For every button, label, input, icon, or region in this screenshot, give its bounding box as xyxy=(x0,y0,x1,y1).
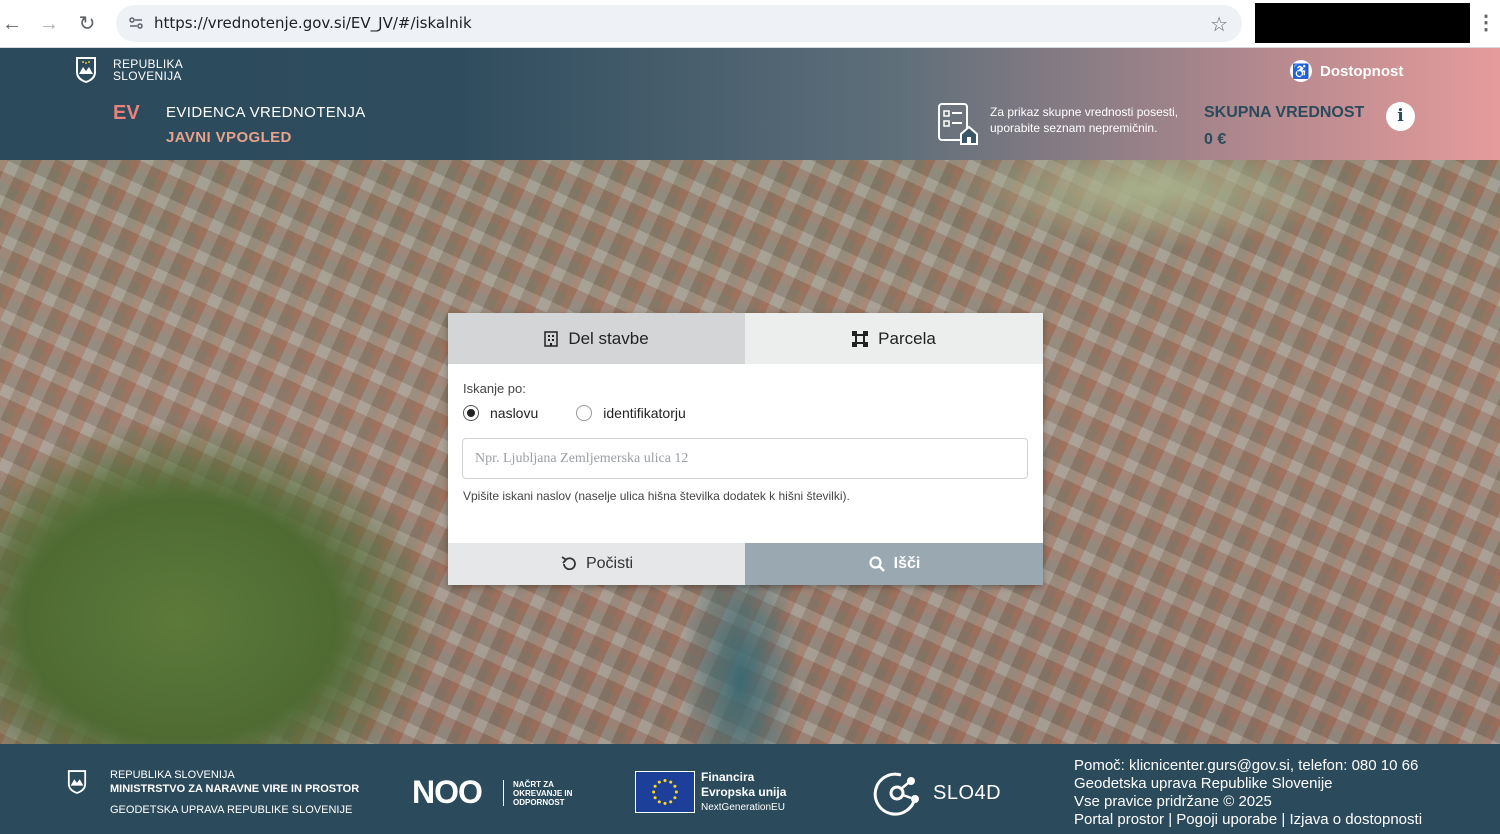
footer-links: Portal prostor | Pogoji uporabe | Izjava… xyxy=(1074,811,1423,828)
building-icon xyxy=(544,330,559,347)
browser-toolbar: ← → ↻ https://vrednotenje.gov.si/EV_JV/#… xyxy=(0,0,1500,48)
info-icon[interactable]: i xyxy=(1386,102,1415,131)
noo-text: NAČRT ZA OKREVANJE IN ODPORNOST xyxy=(513,780,573,807)
site-footer: REPUBLIKA SLOVENIJA MINISTRSTVO ZA NARAV… xyxy=(0,744,1500,834)
footer-contact: Pomoč: klicnicenter.gurs@gov.si, telefon… xyxy=(1074,757,1422,829)
accessibility-link[interactable]: ♿ Dostopnost xyxy=(1290,60,1403,82)
tab-parcel-label: Parcela xyxy=(878,328,936,348)
total-value-amount: 0 € xyxy=(1204,131,1227,148)
browser-menu-icon[interactable]: ⋮ xyxy=(1476,10,1496,35)
accessibility-statement-link[interactable]: Izjava o dostopnosti xyxy=(1289,811,1422,828)
footer-copyright: Vse pravice pridržane © 2025 xyxy=(1074,793,1272,810)
site-info-icon[interactable] xyxy=(128,15,144,31)
total-value-label: SKUPNA VREDNOST xyxy=(1204,104,1365,121)
profile-area[interactable] xyxy=(1255,3,1470,43)
clear-button-label: Počisti xyxy=(585,555,634,572)
radio-address[interactable] xyxy=(463,405,479,421)
footer-crest-icon xyxy=(67,770,87,794)
app-title: EVIDENCA VREDNOTENJA xyxy=(166,104,366,121)
eu-funded-label: Financira xyxy=(701,770,755,784)
undo-icon xyxy=(561,556,576,571)
slovenia-crest-icon xyxy=(76,57,96,83)
eu-flag-icon xyxy=(635,771,695,813)
back-icon[interactable]: ← xyxy=(0,12,24,36)
ev-logo: EV xyxy=(113,102,140,124)
search-mode-group: naslovu identifikatorju xyxy=(463,405,686,421)
slo4d-label: SLO4D xyxy=(933,782,1002,804)
eu-union-label: Evropska unija xyxy=(701,785,787,799)
forward-icon[interactable]: → xyxy=(37,12,61,36)
republic-line2: SLOVENIJA xyxy=(113,69,182,83)
radio-identifier[interactable] xyxy=(576,405,593,421)
address-search-input[interactable]: Npr. Ljubljana Zemljemerska ulica 12 xyxy=(462,438,1028,479)
total-value-hint: Za prikaz skupne vrednosti posesti, upor… xyxy=(990,105,1179,135)
help-contact: Pomoč: klicnicenter.gurs@gov.si, telefon… xyxy=(1074,757,1419,774)
terms-link[interactable]: Pogoji uporabe xyxy=(1176,811,1277,828)
app-subtitle: JAVNI VPOGLED xyxy=(166,129,292,146)
parcel-icon xyxy=(852,330,869,347)
radio-identifier-label[interactable]: identifikatorju xyxy=(603,405,686,421)
footer-ministry: MINISTRSTVO ZA NARAVNE VIRE IN PROSTOR xyxy=(110,783,360,795)
portal-link[interactable]: Portal prostor xyxy=(1074,811,1164,828)
accessibility-label: Dostopnost xyxy=(1320,62,1404,80)
search-button-label: Išči xyxy=(893,555,921,572)
radio-address-label[interactable]: naslovu xyxy=(490,405,538,421)
footer-agency: GEODETSKA UPRAVA REPUBLIKE SLOVENIJE xyxy=(110,804,353,816)
slo4d-logo-icon xyxy=(873,772,919,816)
accessibility-icon: ♿ xyxy=(1290,60,1312,82)
search-by-label: Iskanje po: xyxy=(463,381,526,396)
footer-republic: REPUBLIKA SLOVENIJA xyxy=(110,769,235,781)
noo-divider xyxy=(503,780,504,806)
site-header: REPUBLIKA SLOVENIJA ♿ Dostopnost EV EVID… xyxy=(0,48,1500,160)
search-help-text: Vpišite iskani naslov (naselje ulica hiš… xyxy=(463,489,850,503)
tab-building-part[interactable]: Del stavbe xyxy=(448,313,745,364)
search-button[interactable]: Išči xyxy=(745,543,1043,585)
tab-building-part-label: Del stavbe xyxy=(568,328,649,348)
search-icon xyxy=(869,556,885,572)
reload-icon[interactable]: ↻ xyxy=(75,12,99,36)
footer-organization: Geodetska uprava Republike Slovenije xyxy=(1074,775,1333,792)
address-bar[interactable]: https://vrednotenje.gov.si/EV_JV/#/iskal… xyxy=(116,5,1242,42)
url-text: https://vrednotenje.gov.si/EV_JV/#/iskal… xyxy=(154,14,472,32)
noo-logo: NOO xyxy=(412,774,483,810)
search-panel: Del stavbe Parcela Iskanje po: naslovu i… xyxy=(448,313,1043,585)
bookmark-star-icon[interactable]: ☆ xyxy=(1210,12,1228,37)
eu-nextgen-label: NextGenerationEU xyxy=(701,802,785,813)
clear-button[interactable]: Počisti xyxy=(448,543,745,585)
republic-label: REPUBLIKA SLOVENIJA xyxy=(113,58,183,82)
tab-parcel[interactable]: Parcela xyxy=(745,313,1043,364)
property-list-icon[interactable] xyxy=(937,102,979,146)
